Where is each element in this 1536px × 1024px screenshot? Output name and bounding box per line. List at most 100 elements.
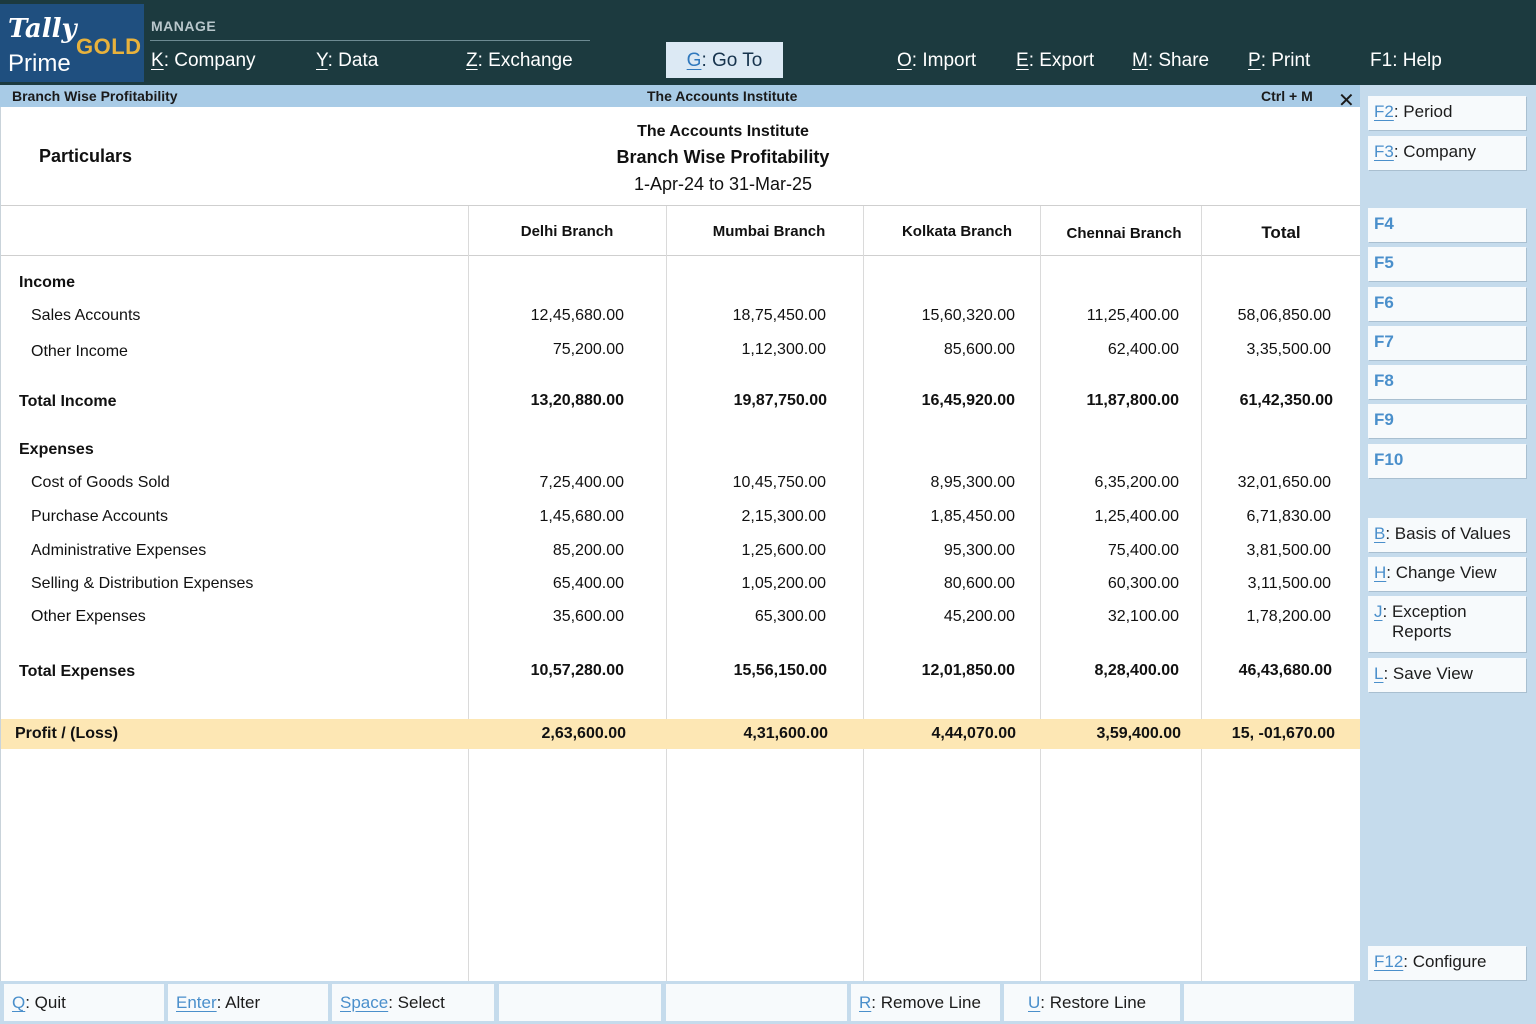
row-label: Other Expenses bbox=[31, 608, 146, 625]
period-button[interactable]: F2: Period bbox=[1368, 96, 1526, 130]
f6-button[interactable]: F6 bbox=[1368, 287, 1526, 321]
value-mumbai: 2,15,300.00 bbox=[741, 508, 826, 525]
strip-shortcut: Ctrl + M bbox=[1261, 88, 1313, 104]
value-mumbai: 1,25,600.00 bbox=[741, 542, 826, 559]
menu-company[interactable]: K: Company bbox=[151, 50, 256, 72]
value-chennai: 62,400.00 bbox=[1107, 341, 1179, 358]
header-divider bbox=[1, 205, 1361, 206]
f5-button[interactable]: F5 bbox=[1368, 247, 1526, 281]
profit-loss-row[interactable]: Profit / (Loss) 2,63,600.00 4,31,600.00 … bbox=[1, 719, 1360, 749]
value-delhi: 85,200.00 bbox=[552, 542, 624, 559]
income-heading[interactable]: Income bbox=[19, 274, 75, 292]
restore-line-button[interactable]: U: Restore Line bbox=[1004, 984, 1180, 1021]
column-divider bbox=[468, 206, 469, 981]
value-mumbai: 19,87,750.00 bbox=[733, 392, 827, 409]
report-company: The Accounts Institute bbox=[637, 123, 809, 140]
report-title: Branch Wise Profitability bbox=[616, 147, 830, 167]
value-delhi: 35,600.00 bbox=[552, 608, 624, 625]
value-kolkata: 95,300.00 bbox=[943, 542, 1015, 559]
value-delhi: 10,57,280.00 bbox=[530, 662, 624, 679]
value-chennai: 3,59,400.00 bbox=[1096, 725, 1181, 742]
top-menu-bar: Tally GOLD Prime MANAGE K: Company Y: Da… bbox=[0, 0, 1536, 85]
empty-button[interactable] bbox=[666, 984, 847, 1021]
value-delhi: 75,200.00 bbox=[552, 341, 624, 358]
tallyprime-gold-logo: Tally GOLD Prime bbox=[0, 4, 144, 82]
value-mumbai: 18,75,450.00 bbox=[732, 307, 826, 324]
manage-divider bbox=[150, 40, 590, 41]
f9-button[interactable]: F9 bbox=[1368, 404, 1526, 438]
select-button[interactable]: Space: Select bbox=[332, 984, 494, 1021]
logo-gold-text: GOLD bbox=[76, 34, 142, 59]
value-kolkata: 12,01,850.00 bbox=[921, 662, 1015, 679]
row-label: Total Expenses bbox=[19, 663, 136, 680]
exception-reports-button[interactable]: J: Exception Reports bbox=[1368, 596, 1526, 652]
save-view-button[interactable]: L: Save View bbox=[1368, 658, 1526, 692]
column-divider bbox=[1201, 206, 1202, 981]
report-panel: Particulars The Accounts Institute Branc… bbox=[0, 107, 1361, 981]
value-total: 32,01,650.00 bbox=[1237, 474, 1331, 491]
value-total: 58,06,850.00 bbox=[1237, 307, 1331, 324]
value-chennai: 60,300.00 bbox=[1107, 575, 1179, 592]
menu-exchange[interactable]: Z: Exchange bbox=[466, 50, 573, 72]
alter-button[interactable]: Enter: Alter bbox=[168, 984, 328, 1021]
column-header-total: Total bbox=[1261, 223, 1301, 242]
report-title-strip: Branch Wise Profitability The Accounts I… bbox=[0, 85, 1360, 112]
bottom-button-bar: Q: Quit Enter: Alter Space: Select R: Re… bbox=[0, 981, 1360, 1024]
value-total: 1,78,200.00 bbox=[1246, 608, 1331, 625]
column-header-delhi: Delhi Branch bbox=[520, 223, 614, 240]
menu-import[interactable]: O: Import bbox=[897, 50, 976, 72]
menu-go-to[interactable]: G: Go To bbox=[666, 42, 783, 78]
logo-tally-text: Tally bbox=[8, 14, 77, 44]
value-total: 3,11,500.00 bbox=[1247, 575, 1331, 592]
menu-print[interactable]: P: Print bbox=[1248, 50, 1310, 72]
quit-button[interactable]: Q: Quit bbox=[4, 984, 164, 1021]
column-divider bbox=[1040, 206, 1041, 981]
row-label: Cost of Goods Sold bbox=[31, 474, 170, 491]
value-total: 46,43,680.00 bbox=[1238, 662, 1332, 679]
value-chennai: 1,25,400.00 bbox=[1094, 508, 1179, 525]
row-label: Selling & Distribution Expenses bbox=[31, 575, 254, 592]
value-delhi: 12,45,680.00 bbox=[530, 307, 624, 324]
change-view-button[interactable]: H: Change View bbox=[1368, 557, 1526, 591]
value-mumbai: 65,300.00 bbox=[754, 608, 826, 625]
value-delhi: 1,45,680.00 bbox=[539, 508, 624, 525]
f8-button[interactable]: F8 bbox=[1368, 365, 1526, 399]
value-kolkata: 1,85,450.00 bbox=[930, 508, 1015, 525]
value-mumbai: 10,45,750.00 bbox=[732, 474, 826, 491]
value-kolkata: 15,60,320.00 bbox=[921, 307, 1015, 324]
remove-line-button[interactable]: R: Remove Line bbox=[851, 984, 1000, 1021]
value-total: 6,71,830.00 bbox=[1246, 508, 1331, 525]
configure-button[interactable]: F12: Configure bbox=[1368, 946, 1526, 980]
f10-button[interactable]: F10 bbox=[1368, 444, 1526, 478]
f7-button[interactable]: F7 bbox=[1368, 326, 1526, 360]
column-header-chennai: Chennai Branch bbox=[1066, 225, 1182, 242]
row-label: Sales Accounts bbox=[31, 307, 141, 324]
value-kolkata: 16,45,920.00 bbox=[921, 392, 1015, 409]
company-button[interactable]: F3: Company bbox=[1368, 136, 1526, 170]
empty-button[interactable] bbox=[499, 984, 661, 1021]
value-chennai: 75,400.00 bbox=[1107, 542, 1179, 559]
value-chennai: 11,25,400.00 bbox=[1086, 307, 1179, 324]
value-kolkata: 80,600.00 bbox=[943, 575, 1015, 592]
menu-export[interactable]: E: Export bbox=[1016, 50, 1094, 72]
manage-section-label: MANAGE bbox=[151, 18, 217, 34]
empty-button[interactable] bbox=[1184, 984, 1354, 1021]
expenses-heading[interactable]: Expenses bbox=[19, 441, 94, 459]
value-total: 15, -01,670.00 bbox=[1231, 725, 1335, 742]
value-total: 3,35,500.00 bbox=[1246, 341, 1331, 358]
row-label: Profit / (Loss) bbox=[15, 725, 119, 742]
value-delhi: 65,400.00 bbox=[552, 575, 624, 592]
value-total: 61,42,350.00 bbox=[1239, 392, 1333, 409]
basis-of-values-button[interactable]: B: Basis of Values bbox=[1368, 518, 1526, 552]
menu-data[interactable]: Y: Data bbox=[316, 50, 378, 72]
column-header-divider bbox=[1, 255, 1361, 256]
f4-button[interactable]: F4 bbox=[1368, 208, 1526, 242]
menu-help[interactable]: F1: Help bbox=[1370, 50, 1442, 72]
value-mumbai: 4,31,600.00 bbox=[743, 725, 828, 742]
value-delhi: 2,63,600.00 bbox=[541, 725, 626, 742]
column-divider bbox=[863, 206, 864, 981]
row-label: Total Income bbox=[19, 393, 117, 410]
logo-prime-text: Prime bbox=[8, 50, 71, 77]
value-mumbai: 1,12,300.00 bbox=[741, 341, 826, 358]
menu-share[interactable]: M: Share bbox=[1132, 50, 1209, 72]
